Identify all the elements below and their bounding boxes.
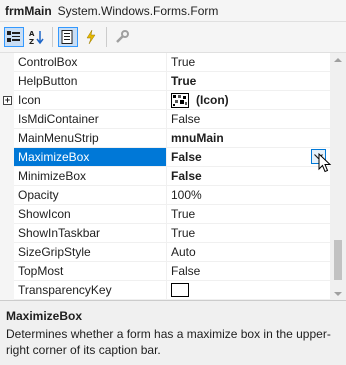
object-name: frmMain	[5, 3, 52, 18]
property-value[interactable]: True	[171, 205, 329, 223]
row-gutter	[0, 205, 14, 224]
column-divider[interactable]	[166, 53, 167, 72]
categorized-button[interactable]	[4, 27, 24, 47]
row-gutter	[0, 281, 14, 300]
property-name: TopMost	[18, 264, 64, 278]
column-divider[interactable]	[166, 148, 167, 167]
property-row-topmost[interactable]: TopMost False	[0, 262, 330, 281]
property-row-maximizebox[interactable]: MaximizeBox False	[0, 148, 330, 167]
property-name: IsMdiContainer	[18, 112, 99, 126]
row-gutter	[0, 243, 14, 262]
row-gutter	[0, 262, 14, 281]
properties-button[interactable]	[58, 27, 78, 47]
property-value[interactable]: False	[171, 167, 329, 185]
row-gutter	[0, 224, 14, 243]
alphabetical-button[interactable]: A Z	[27, 27, 47, 47]
property-row-helpbutton[interactable]: HelpButton True	[0, 72, 330, 91]
property-name: SizeGripStyle	[18, 245, 91, 259]
property-row-icon[interactable]: + Icon (Icon)	[0, 91, 330, 110]
property-value[interactable]: True	[171, 53, 329, 71]
property-name: ControlBox	[18, 55, 78, 69]
property-value[interactable]: True	[171, 224, 329, 242]
property-name: MainMenuStrip	[18, 131, 99, 145]
column-divider[interactable]	[166, 72, 167, 91]
row-gutter	[0, 129, 14, 148]
row-gutter	[0, 148, 14, 167]
row-gutter	[0, 167, 14, 186]
property-name: TransparencyKey	[18, 283, 112, 297]
properties-icon	[61, 30, 73, 44]
column-divider[interactable]	[166, 91, 167, 110]
property-value[interactable]: (Icon)	[196, 91, 346, 109]
property-row-showintaskbar[interactable]: ShowInTaskbar True	[0, 224, 330, 243]
toolbar-separator	[52, 27, 53, 47]
events-icon	[86, 30, 96, 44]
svg-text:Z: Z	[29, 38, 34, 45]
property-row-ismdicontainer[interactable]: IsMdiContainer False	[0, 110, 330, 129]
description-text: Determines whether a form has a maximize…	[6, 327, 331, 357]
column-divider[interactable]	[166, 262, 167, 281]
column-divider[interactable]	[166, 110, 167, 129]
wrench-icon	[116, 30, 129, 43]
property-value[interactable]: False	[171, 110, 329, 128]
expand-icon[interactable]: +	[3, 96, 12, 105]
mouse-cursor-icon	[318, 153, 332, 173]
property-value[interactable]: mnuMain	[171, 129, 329, 147]
property-row-mainmenustrip[interactable]: MainMenuStrip mnuMain	[0, 129, 330, 148]
row-gutter	[0, 186, 14, 205]
categorized-icon	[7, 31, 20, 42]
property-value[interactable]: False	[171, 148, 329, 166]
svg-text:A: A	[29, 30, 35, 38]
property-grid: ControlBox True HelpButton True + Icon (…	[0, 52, 346, 300]
property-name: ShowIcon	[18, 207, 71, 221]
toolbar-separator	[106, 27, 107, 47]
column-divider[interactable]	[166, 224, 167, 243]
scroll-down-icon[interactable]	[334, 292, 342, 296]
property-name: Opacity	[18, 188, 59, 202]
property-row-minimizebox[interactable]: MinimizeBox False	[0, 167, 330, 186]
row-gutter	[0, 110, 14, 129]
property-name: HelpButton	[18, 74, 78, 88]
column-divider[interactable]	[166, 167, 167, 186]
property-value[interactable]: 100%	[171, 186, 329, 204]
scroll-up-icon[interactable]	[334, 58, 342, 62]
scroll-thumb[interactable]	[334, 240, 342, 280]
property-row-controlbox[interactable]: ControlBox True	[0, 53, 330, 72]
description-title: MaximizeBox	[6, 309, 83, 323]
column-divider[interactable]	[166, 186, 167, 205]
property-name: Icon	[18, 93, 41, 107]
events-button[interactable]	[81, 27, 101, 47]
column-divider[interactable]	[166, 281, 167, 300]
row-gutter	[0, 72, 14, 91]
property-value[interactable]: False	[171, 262, 329, 280]
property-name: MaximizeBox	[14, 148, 166, 166]
alphabetical-icon: A Z	[29, 30, 44, 45]
column-divider[interactable]	[166, 129, 167, 148]
property-row-transparencykey[interactable]: TransparencyKey	[0, 281, 330, 300]
property-name: MinimizeBox	[18, 169, 87, 183]
property-name: ShowInTaskbar	[18, 226, 101, 240]
object-selector[interactable]: frmMain System.Windows.Forms.Form	[0, 0, 346, 22]
column-divider[interactable]	[166, 243, 167, 262]
icon-preview-thumbnail	[171, 93, 189, 108]
row-gutter	[0, 53, 14, 72]
property-value[interactable]: True	[171, 72, 329, 90]
property-value[interactable]: Auto	[171, 243, 329, 261]
property-row-sizegripstyle[interactable]: SizeGripStyle Auto	[0, 243, 330, 262]
property-pages-button	[112, 27, 132, 47]
color-swatch	[171, 283, 189, 297]
property-row-showicon[interactable]: ShowIcon True	[0, 205, 330, 224]
object-type: System.Windows.Forms.Form	[57, 3, 219, 18]
properties-toolbar: A Z	[0, 22, 346, 52]
property-row-opacity[interactable]: Opacity 100%	[0, 186, 330, 205]
column-divider[interactable]	[166, 205, 167, 224]
description-pane: MaximizeBox Determines whether a form ha…	[0, 300, 346, 365]
vertical-scrollbar[interactable]	[330, 53, 346, 300]
